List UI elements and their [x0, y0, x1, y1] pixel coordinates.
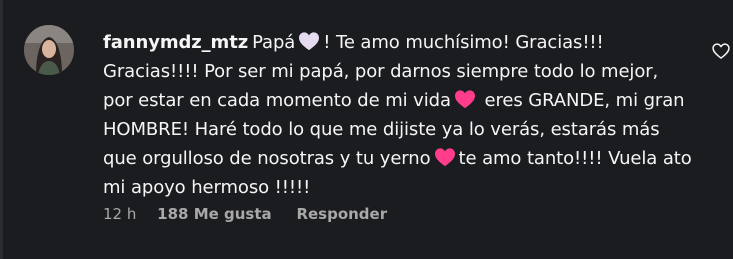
reply-button[interactable]: Responder	[296, 205, 387, 223]
white-heart-icon	[299, 32, 320, 51]
comment-text: fannymdz_mtz Papá! Te amo muchísimo! Grac…	[103, 28, 693, 202]
heart-outline-icon[interactable]	[711, 41, 731, 61]
panel-edge	[0, 0, 3, 259]
comment-time: 12 h	[103, 205, 137, 223]
comment-meta: 12 h 188 Me gusta Responder	[103, 205, 387, 223]
comment-panel: fannymdz_mtz Papá! Te amo muchísimo! Grac…	[0, 0, 733, 259]
comment-body: Papá! Te amo muchísimo! Gracias!!! Graci…	[103, 32, 692, 198]
comment-text-segment: Papá	[252, 32, 296, 53]
pink-heart-icon	[454, 90, 475, 109]
comment-likes[interactable]: 188 Me gusta	[157, 205, 272, 223]
comment-username[interactable]: fannymdz_mtz	[103, 32, 248, 53]
avatar[interactable]	[24, 25, 74, 75]
pink-heart-icon	[434, 148, 455, 167]
